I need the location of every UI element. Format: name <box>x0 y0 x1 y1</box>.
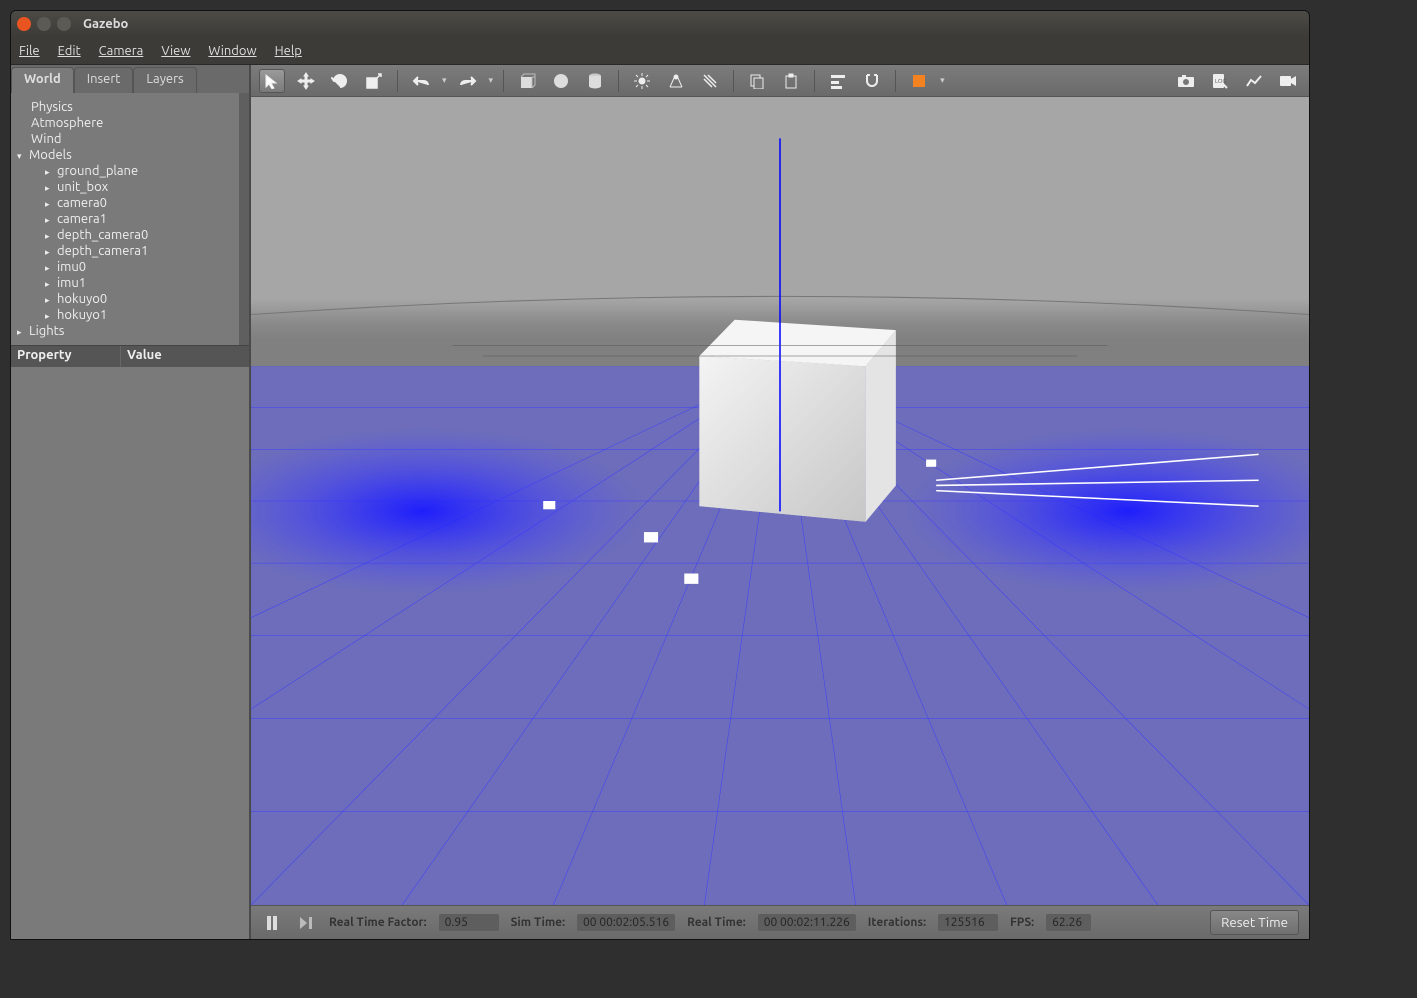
tree-item-hokuyo1[interactable]: hokuyo1 <box>15 307 245 323</box>
pause-button[interactable] <box>261 912 283 934</box>
tree-item-lights[interactable]: Lights <box>15 323 245 339</box>
menu-window[interactable]: Window <box>208 44 256 58</box>
directional-light-button[interactable] <box>697 69 723 93</box>
tab-layers[interactable]: Layers <box>133 67 196 93</box>
plot-button[interactable] <box>1241 69 1267 93</box>
fps-label: FPS: <box>1010 916 1034 929</box>
tree-scrollbar[interactable] <box>239 93 249 345</box>
real-time-label: Real Time: <box>687 916 746 929</box>
tab-insert[interactable]: Insert <box>74 67 134 93</box>
window-close-icon[interactable] <box>17 17 31 31</box>
undo-button[interactable] <box>408 69 434 93</box>
selection-box-button[interactable] <box>906 69 932 93</box>
caret-right-icon <box>45 292 53 306</box>
application-window: Gazebo File Edit Camera View Window Help… <box>10 10 1310 940</box>
window-maximize-icon[interactable] <box>57 17 71 31</box>
caret-right-icon <box>17 324 25 338</box>
record-button[interactable] <box>1275 69 1301 93</box>
fps-value: 62.26 <box>1046 914 1091 931</box>
statusbar: Real Time Factor: 0.95 Sim Time: 00 00:0… <box>251 905 1309 939</box>
rtf-label: Real Time Factor: <box>329 916 427 929</box>
tree-item-camera0[interactable]: camera0 <box>15 195 245 211</box>
sim-time-value: 00 00:02:05.516 <box>577 914 675 931</box>
tree-item-depth-camera0[interactable]: depth_camera0 <box>15 227 245 243</box>
rotate-tool[interactable] <box>327 69 353 93</box>
tree-item-hokuyo0[interactable]: hokuyo0 <box>15 291 245 307</box>
rtf-value: 0.95 <box>439 914 499 931</box>
log-button[interactable]: LOG <box>1207 69 1233 93</box>
value-col-header: Value <box>121 346 168 367</box>
scale-tool[interactable] <box>361 69 387 93</box>
toolbar: ▾ ▾ ▾ <box>251 65 1309 97</box>
menu-file[interactable]: File <box>19 44 40 58</box>
caret-down-icon <box>17 148 25 162</box>
tree-item-ground-plane[interactable]: ground_plane <box>15 163 245 179</box>
insert-sphere[interactable] <box>548 69 574 93</box>
caret-right-icon <box>45 228 53 242</box>
sim-time-label: Sim Time: <box>511 916 565 929</box>
paste-button[interactable] <box>778 69 804 93</box>
tree-item-depth-camera1[interactable]: depth_camera1 <box>15 243 245 259</box>
caret-right-icon <box>45 260 53 274</box>
caret-right-icon <box>45 244 53 258</box>
tree-item-atmosphere[interactable]: Atmosphere <box>15 115 245 131</box>
caret-right-icon <box>45 276 53 290</box>
real-time-value: 00 00:02:11.226 <box>758 914 856 931</box>
selection-dropdown-icon[interactable]: ▾ <box>940 75 945 86</box>
tree-item-camera1[interactable]: camera1 <box>15 211 245 227</box>
menu-edit[interactable]: Edit <box>58 44 81 58</box>
3d-viewport[interactable] <box>251 97 1309 905</box>
menu-camera[interactable]: Camera <box>99 44 144 58</box>
window-title: Gazebo <box>83 17 128 31</box>
undo-dropdown-icon[interactable]: ▾ <box>442 75 447 86</box>
snap-button[interactable] <box>859 69 885 93</box>
redo-button[interactable] <box>455 69 481 93</box>
align-button[interactable] <box>825 69 851 93</box>
caret-right-icon <box>45 308 53 322</box>
main-area: ▾ ▾ ▾ <box>251 65 1309 939</box>
select-tool[interactable] <box>259 69 285 93</box>
menu-view[interactable]: View <box>161 44 190 58</box>
property-header: Property Value <box>11 345 249 367</box>
property-panel <box>11 367 249 939</box>
menu-help[interactable]: Help <box>275 44 302 58</box>
caret-right-icon <box>45 180 53 194</box>
point-light-button[interactable] <box>629 69 655 93</box>
tree-item-imu1[interactable]: imu1 <box>15 275 245 291</box>
iterations-value: 125516 <box>938 914 998 931</box>
redo-dropdown-icon[interactable]: ▾ <box>489 75 494 86</box>
insert-cylinder[interactable] <box>582 69 608 93</box>
insert-box[interactable] <box>514 69 540 93</box>
svg-text:LOG: LOG <box>1215 78 1227 85</box>
spot-light-button[interactable] <box>663 69 689 93</box>
tab-world[interactable]: World <box>11 67 74 93</box>
tree-item-unit-box[interactable]: unit_box <box>15 179 245 195</box>
screenshot-button[interactable] <box>1173 69 1199 93</box>
property-col-header: Property <box>11 346 121 367</box>
titlebar: Gazebo <box>11 11 1309 37</box>
left-panel-tabs: World Insert Layers <box>11 65 249 93</box>
tree-item-wind[interactable]: Wind <box>15 131 245 147</box>
reset-time-button[interactable]: Reset Time <box>1210 910 1299 935</box>
caret-right-icon <box>45 164 53 178</box>
left-panel: World Insert Layers Physics Atmosphere W… <box>11 65 251 939</box>
copy-button[interactable] <box>744 69 770 93</box>
step-button[interactable] <box>295 912 317 934</box>
world-tree: Physics Atmosphere Wind Models ground_pl… <box>11 93 249 345</box>
move-tool[interactable] <box>293 69 319 93</box>
tree-item-models[interactable]: Models <box>15 147 245 163</box>
caret-right-icon <box>45 196 53 210</box>
tree-item-imu0[interactable]: imu0 <box>15 259 245 275</box>
tree-item-physics[interactable]: Physics <box>15 99 245 115</box>
caret-right-icon <box>45 212 53 226</box>
window-minimize-icon[interactable] <box>37 17 51 31</box>
menubar: File Edit Camera View Window Help <box>11 37 1309 65</box>
iterations-label: Iterations: <box>868 916 926 929</box>
